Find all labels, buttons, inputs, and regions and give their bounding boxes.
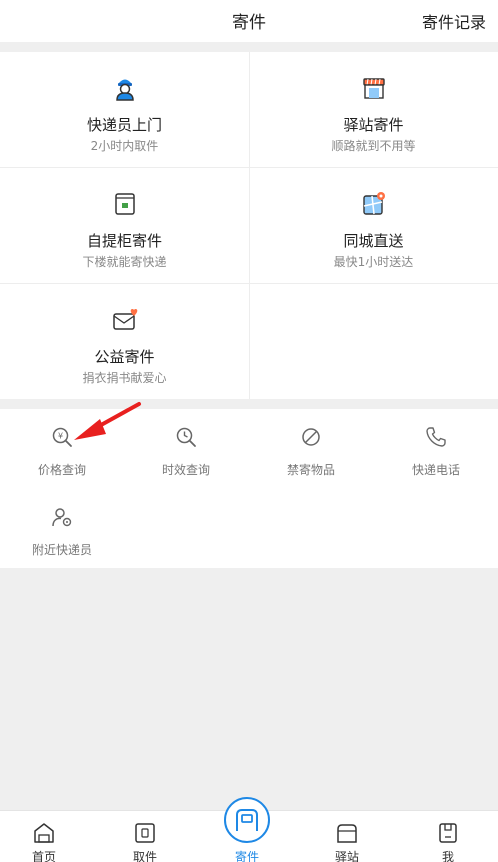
service-name: 快递员上门	[86, 116, 162, 134]
nearby-courier-icon	[52, 508, 72, 527]
tab-label: 驿站	[334, 850, 359, 862]
send-icon	[236, 809, 258, 831]
svg-text:¥: ¥	[58, 432, 63, 441]
tool-label: 时效查询	[161, 463, 210, 477]
service-name: 自提柜寄件	[86, 232, 162, 250]
service-desc: 2小时内取件	[90, 139, 159, 153]
service-locker-send[interactable]: 自提柜寄件 下楼就能寄快递	[0, 168, 249, 283]
service-name: 驿站寄件	[343, 116, 404, 134]
service-charity-send[interactable]: 公益寄件 捐衣捐书献爱心	[0, 284, 249, 399]
tab-label: 首页	[31, 850, 56, 862]
home-icon	[34, 823, 54, 843]
price-search-icon: ¥	[52, 427, 72, 447]
tools-section: ¥ 价格查询 时效查询 禁寄物品 快递电话 附近快递员	[0, 409, 498, 568]
station-store-icon	[362, 78, 385, 99]
tab-home[interactable]: 首页	[0, 811, 94, 862]
locker-icon	[114, 193, 135, 215]
phone-icon	[426, 427, 446, 447]
service-name: 公益寄件	[94, 348, 155, 366]
charity-mail-icon	[112, 309, 137, 330]
tab-pickup[interactable]: 取件	[95, 811, 195, 862]
tool-label: 价格查询	[37, 463, 86, 477]
service-desc: 捐衣捐书献爱心	[82, 371, 167, 385]
tool-prohibited-items[interactable]: 禁寄物品	[249, 409, 373, 479]
service-station-send[interactable]: 驿站寄件 顺路就到不用等	[249, 52, 498, 167]
tool-time-query[interactable]: 时效查询	[124, 409, 248, 479]
tool-nearby-courier[interactable]: 附近快递员	[0, 489, 124, 559]
profile-icon	[439, 823, 457, 843]
service-grid: 快递员上门 2小时内取件 驿站寄件 顺路就到不用等 自提柜寄件 下楼就能寄快递 …	[0, 52, 498, 399]
send-tab-button[interactable]	[224, 797, 270, 843]
pickup-icon	[135, 823, 155, 843]
service-desc: 最快1小时送达	[333, 255, 414, 269]
city-map-icon	[362, 192, 385, 215]
tool-label: 附近快递员	[31, 543, 92, 557]
tab-profile[interactable]: 我	[398, 811, 498, 862]
service-desc: 顺路就到不用等	[331, 139, 416, 153]
prohibited-icon	[302, 428, 320, 446]
tab-label: 寄件	[234, 850, 259, 862]
tab-label: 我	[441, 850, 454, 862]
station-icon	[337, 824, 357, 843]
tool-courier-phone[interactable]: 快递电话	[374, 409, 498, 479]
tool-price-query[interactable]: ¥ 价格查询	[0, 409, 124, 479]
tab-station[interactable]: 驿站	[297, 811, 397, 862]
courier-icon	[115, 79, 134, 101]
header: 寄件 寄件记录	[0, 0, 498, 42]
service-name: 同城直送	[343, 232, 404, 250]
service-desc: 下楼就能寄快递	[82, 255, 167, 269]
tool-label: 快递电话	[411, 463, 460, 477]
service-same-city[interactable]: 同城直送 最快1小时送达	[249, 168, 498, 283]
tool-label: 禁寄物品	[286, 463, 335, 477]
time-search-icon	[176, 427, 196, 447]
service-courier-pickup[interactable]: 快递员上门 2小时内取件	[0, 52, 249, 167]
tab-label: 取件	[132, 850, 157, 862]
send-record-link[interactable]: 寄件记录	[422, 9, 486, 33]
